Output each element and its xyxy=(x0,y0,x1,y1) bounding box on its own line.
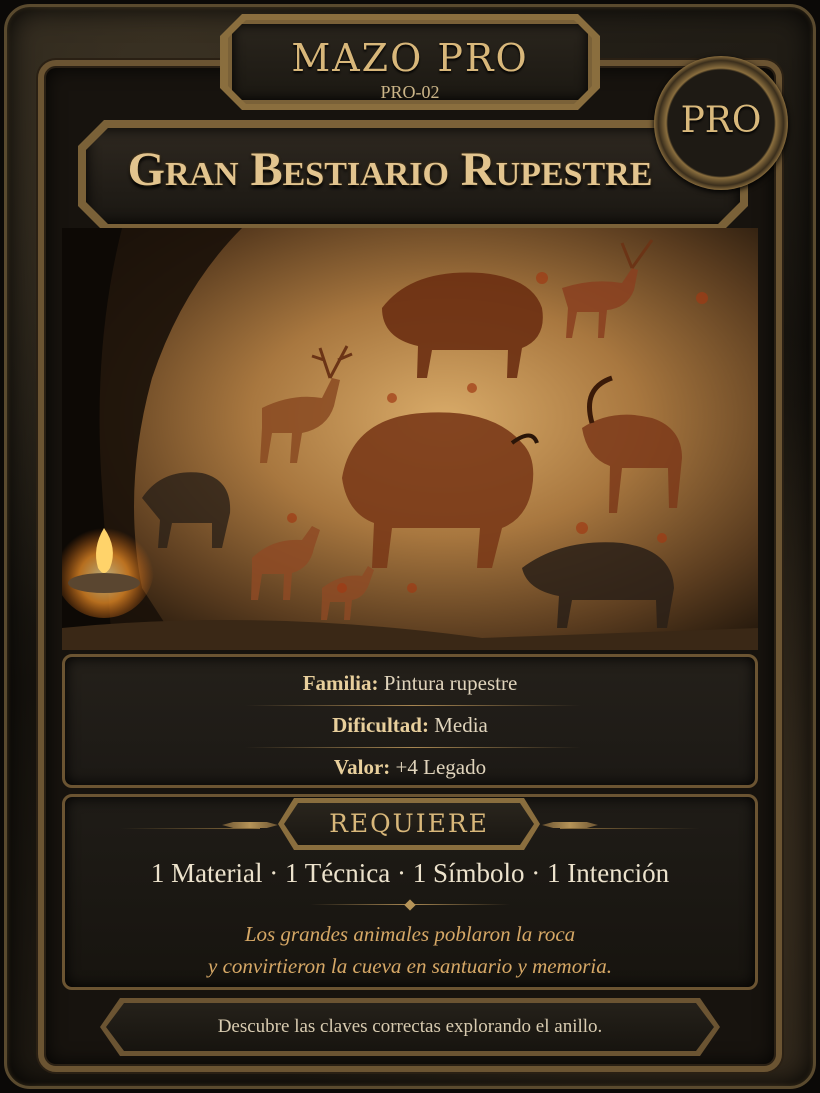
deck-plaque: MAZO PRO PRO-02 xyxy=(228,20,592,104)
ornament-line xyxy=(120,828,260,829)
pro-badge-label: PRO xyxy=(680,100,762,141)
value-row: Valor: +4 Legado xyxy=(65,755,755,780)
flavor-text-line-2: y convirtieron la cueva en santuario y m… xyxy=(208,954,612,978)
difficulty-label: Dificultad: xyxy=(332,713,429,737)
flavor-text-line-1: Los grandes animales poblaron la roca xyxy=(244,922,576,946)
value-value: +4 Legado xyxy=(395,755,487,779)
family-label: Familia: xyxy=(302,671,379,695)
cave-painting-illustration xyxy=(62,228,758,650)
difficulty-row: Dificultad: Media xyxy=(65,713,755,738)
family-row: Familia: Pintura rupestre xyxy=(65,671,755,696)
footer-hint: Descubre las claves correctas explorando… xyxy=(106,1003,714,1051)
ornament-line xyxy=(560,828,700,829)
ornament-left xyxy=(222,822,278,828)
requirements-label: REQUIERE xyxy=(284,803,534,845)
requirements-items: 1 Material · 1 Técnica · 1 Símbolo · 1 I… xyxy=(150,858,670,888)
deck-code: PRO-02 xyxy=(380,82,440,102)
pro-badge: PRO xyxy=(654,56,788,190)
difficulty-value: Media xyxy=(434,713,488,737)
info-divider xyxy=(245,747,581,748)
card-artwork xyxy=(62,228,758,650)
card-title: Gran Bestiario Rupestre xyxy=(127,143,653,196)
info-panel: Familia: Pintura rupestre Dificultad: Me… xyxy=(62,654,758,788)
deck-title: MAZO PRO xyxy=(291,36,529,80)
info-divider xyxy=(245,705,581,706)
value-label: Valor: xyxy=(333,755,391,779)
family-value: Pintura rupestre xyxy=(383,671,518,695)
